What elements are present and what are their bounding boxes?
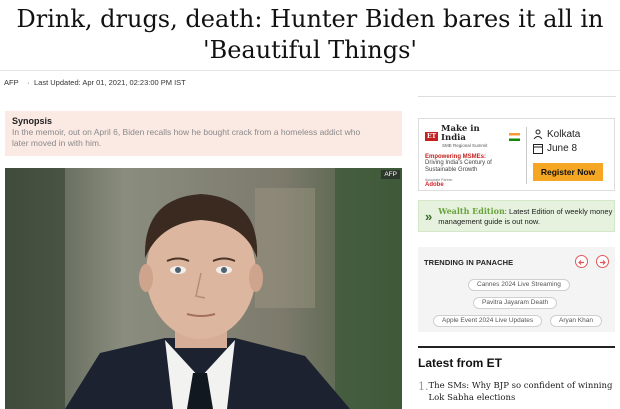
ad-date-text: June 8 xyxy=(547,143,578,154)
register-now-button[interactable]: Register Now xyxy=(533,163,603,181)
trending-panel: TRENDING IN PANACHE Cannes 2024 Live Str… xyxy=(418,247,615,332)
wealth-edition-brand: Wealth Edition xyxy=(438,205,505,216)
latest-from-et-title: Latest from ET xyxy=(418,356,503,370)
source-label: AFP xyxy=(4,78,19,87)
wealth-edition-banner[interactable]: » Wealth Edition: Latest Edition of week… xyxy=(418,200,615,232)
building-icon xyxy=(533,129,543,140)
india-flag-icon xyxy=(508,132,520,141)
trending-tag[interactable]: Aryan Khan xyxy=(550,315,602,327)
latest-item[interactable]: 1. The SMs: Why BJP so confident of winn… xyxy=(418,380,615,404)
trending-next-button[interactable] xyxy=(596,255,609,268)
arrow-right-icon xyxy=(600,260,606,265)
trending-tag[interactable]: Pavitra Jayaram Death xyxy=(473,297,558,309)
synopsis-text: In the memoir, out on April 6, Biden rec… xyxy=(12,127,361,148)
ad-divider xyxy=(526,127,527,184)
right-column-divider xyxy=(418,96,616,97)
ad-brand-title: Make in India xyxy=(441,124,480,143)
trending-tag[interactable]: Apple Event 2024 Live Updates xyxy=(433,315,543,327)
calendar-icon xyxy=(533,144,543,154)
meta-separator: · xyxy=(27,78,30,87)
headline-line-1: Drink, drugs, death: Hunter Biden bares … xyxy=(16,5,604,33)
article-headline: Drink, drugs, death: Hunter Biden bares … xyxy=(0,4,620,66)
arrow-left-icon xyxy=(578,260,584,265)
synopsis-title: Synopsis xyxy=(12,116,53,126)
synopsis-box: Synopsis In the memoir, out on April 6, … xyxy=(5,111,402,156)
double-chevron-right-icon: » xyxy=(425,208,433,224)
wealth-edition-text: Wealth Edition: Latest Edition of weekly… xyxy=(438,206,614,227)
event-ad-banner[interactable]: ET Make in India SME Regional Summit Emp… xyxy=(418,118,615,191)
trending-prev-button[interactable] xyxy=(575,255,588,268)
adobe-logo: Adobe xyxy=(425,182,444,188)
ad-city: Kolkata xyxy=(547,129,581,140)
latest-item-link[interactable]: The SMs: Why BJP so confident of winning… xyxy=(429,380,616,404)
ad-left-panel: ET Make in India SME Regional Summit Emp… xyxy=(425,125,520,188)
ad-brand-subtitle: SME Regional Summit xyxy=(442,143,488,148)
latest-rule xyxy=(418,346,615,348)
ad-date: June 8 xyxy=(533,143,609,154)
latest-item-number: 1. xyxy=(418,380,429,393)
photo-illustration xyxy=(5,168,402,409)
et-logo: ET xyxy=(425,132,439,141)
trending-tag[interactable]: Cannes 2024 Live Streaming xyxy=(468,279,570,291)
article-photo: AFP xyxy=(5,168,402,409)
ad-brand: ET Make in India SME Regional Summit xyxy=(425,125,520,148)
updated-timestamp: Last Updated: Apr 01, 2021, 02:23:00 PM … xyxy=(34,78,186,87)
photo-credit-label: AFP xyxy=(381,170,400,179)
trending-title: TRENDING IN PANACHE xyxy=(424,258,514,267)
article-meta: AFP · Last Updated: Apr 01, 2021, 02:23:… xyxy=(0,70,620,87)
headline-line-2: 'Beautiful Things' xyxy=(202,36,418,64)
ad-description: Driving India's Century of Sustainable G… xyxy=(425,160,492,173)
ad-location: Kolkata xyxy=(533,129,609,140)
ad-right-panel: Kolkata June 8 Register Now xyxy=(533,129,609,181)
